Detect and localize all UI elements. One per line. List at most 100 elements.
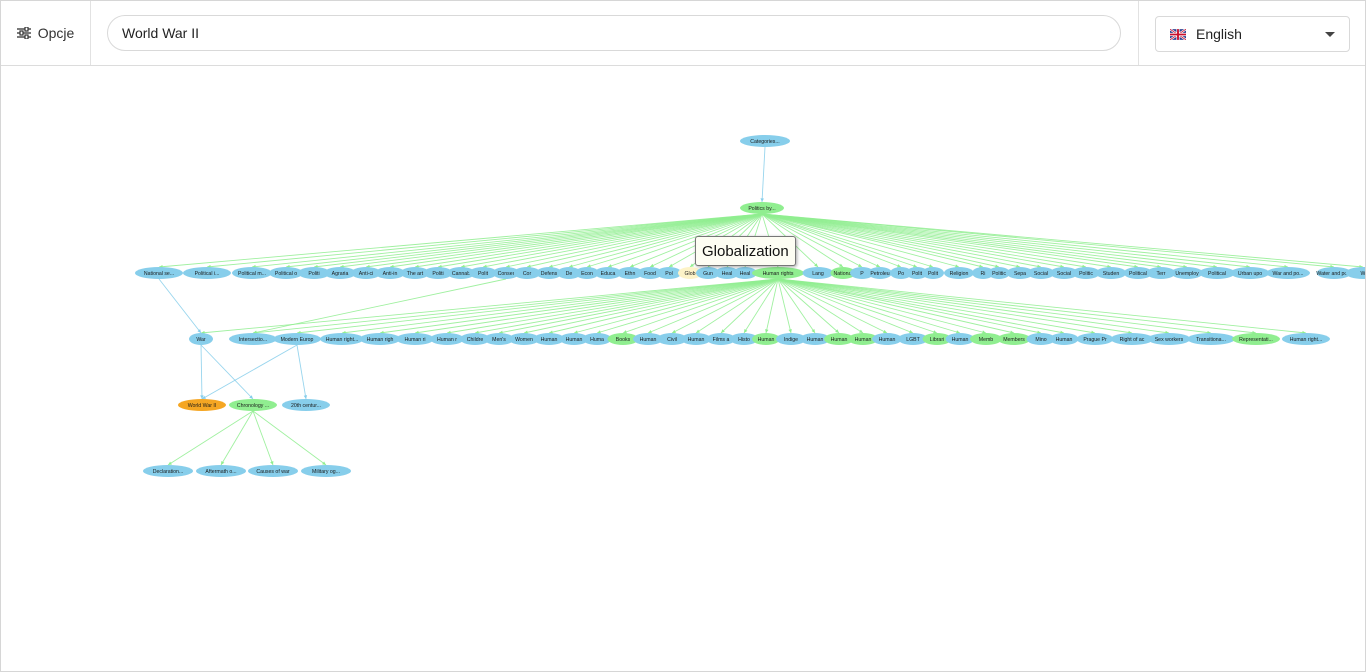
graph-node-human-r-4[interactable]: Human r	[430, 333, 464, 345]
graph-node-representati[interactable]: Representati...	[1232, 333, 1280, 345]
graph-edge	[777, 278, 1015, 334]
graph-node-memb[interactable]: Memb	[970, 333, 1002, 345]
graph-node-label: Human	[1056, 337, 1073, 343]
category-graph[interactable]: Categories... Politics by... National se..…	[1, 66, 1365, 671]
graph-node-label: Econ	[581, 271, 593, 277]
graph-node-label: Human	[758, 337, 775, 343]
graph-node-lang[interactable]: Lang	[802, 267, 834, 279]
graph-node-label: Human	[541, 337, 558, 343]
graph-node-label: Polit	[478, 271, 489, 277]
graph-node-right-of[interactable]: Right of ac	[1110, 333, 1154, 345]
graph-node-human-14[interactable]: Human	[872, 333, 902, 345]
graph-node-label: Memb	[979, 337, 994, 343]
graph-node-religion[interactable]: Religion	[944, 267, 974, 279]
graph-node-label: Petroleu	[870, 271, 889, 277]
graph-node-label: Human rights	[763, 271, 794, 277]
graph-node-aftermath[interactable]: Aftermath o...	[196, 465, 246, 477]
graph-node-categories[interactable]: Categories...	[740, 135, 790, 147]
graph-node-label: De	[566, 271, 573, 277]
graph-edge	[777, 278, 1212, 334]
graph-node-declaration[interactable]: Declaration...	[143, 465, 193, 477]
options-label: Opcje	[37, 25, 75, 41]
graph-node-national-se[interactable]: National se...	[135, 267, 183, 279]
graph-node-label: Human right...	[1290, 337, 1323, 343]
graph-node-human-righ-2[interactable]: Human righ	[359, 333, 401, 345]
graph-node-modern-europ[interactable]: Modern Europ	[273, 333, 321, 345]
graph-node-label: National se...	[144, 271, 174, 277]
graph-node-label: Representati...	[1239, 337, 1273, 343]
graph-node-sex-workers[interactable]: Sex workers	[1147, 333, 1191, 345]
graph-node-pol-4[interactable]: Pol	[656, 267, 682, 279]
graph-edge	[777, 278, 792, 334]
graph-node-label: Human	[879, 337, 896, 343]
graph-node-label: Military og...	[312, 469, 340, 475]
graph-node-intersection[interactable]: Intersectio...	[229, 333, 277, 345]
graph-node-label: Ri	[981, 271, 986, 277]
graph-node-label: Urban upo	[1238, 271, 1262, 277]
graph-node-20th-century[interactable]: 20th centur...	[282, 399, 330, 411]
graph-node-huma-7[interactable]: Huma	[582, 333, 612, 345]
graph-node-label: Po	[898, 271, 904, 277]
graph-node-war-and-po[interactable]: War and po...	[1266, 267, 1310, 279]
edge-arrowhead	[303, 395, 308, 399]
graph-node-label: Aftermath o...	[205, 469, 236, 475]
graph-node-label: Human	[831, 337, 848, 343]
graph-node-members[interactable]: Members	[997, 333, 1031, 345]
options-button[interactable]: Opcje	[1, 1, 91, 65]
language-label: English	[1196, 26, 1242, 42]
graph-node-human-16[interactable]: Human	[1049, 333, 1079, 345]
graph-node-label: Histo	[738, 337, 750, 343]
graph-edge	[379, 278, 779, 334]
graph-node-human-right-1[interactable]: Human right...	[320, 333, 364, 345]
graph-node-politicsby[interactable]: Politics by...	[740, 202, 784, 214]
graph-edge	[200, 278, 779, 334]
graph-node-political-i[interactable]: Political i...	[183, 267, 231, 279]
graph-node-label: Anti-ci	[359, 271, 373, 277]
graph-node-human-right-17[interactable]: Human right...	[1282, 333, 1330, 345]
graph-edge	[765, 278, 779, 334]
graph-node-ww2[interactable]: World War II	[178, 399, 226, 411]
graph-node-label: Human righ	[367, 337, 394, 343]
edge-arrowhead	[913, 264, 917, 268]
graph-node-prague[interactable]: Prague Pr	[1076, 333, 1114, 345]
graph-node-label: Women	[515, 337, 533, 343]
graph-edge	[761, 213, 1188, 268]
graph-node-military[interactable]: Military og...	[301, 465, 351, 477]
graph-node-label: Human	[807, 337, 824, 343]
graph-node-human-ri-3[interactable]: Human ri	[396, 333, 434, 345]
graph-node-war[interactable]: War	[189, 333, 213, 345]
graph-edge	[761, 213, 1065, 268]
graph-node-transitiona[interactable]: Transitiona...	[1187, 333, 1235, 345]
graph-node-political-o[interactable]: Political o	[269, 267, 303, 279]
graph-node-label: Ethn	[625, 271, 636, 277]
graph-node-label: Social	[1057, 271, 1071, 277]
graph-node-label: The art	[407, 271, 424, 277]
graph-node-human-10[interactable]: Human	[752, 333, 780, 345]
graph-canvas[interactable]: Categories... Politics by... National se..…	[1, 66, 1365, 671]
graph-node-label: Childre	[467, 337, 484, 343]
graph-node-human-rights[interactable]: Human rights	[752, 267, 804, 279]
toolbar-divider	[1138, 1, 1139, 65]
graph-node-political-m[interactable]: Political m...	[232, 267, 272, 279]
graph-node-label: Politic	[992, 271, 1006, 277]
graph-node-w-edge[interactable]: W	[1345, 267, 1366, 279]
graph-node-label: Huma	[590, 337, 604, 343]
graph-node-petroleu[interactable]: Petroleu	[868, 267, 892, 279]
graph-node-causes[interactable]: Causes of war	[248, 465, 298, 477]
graph-node-studen[interactable]: Studen	[1095, 267, 1127, 279]
graph-node-chronology[interactable]: Chronology ...	[229, 399, 277, 411]
uk-flag-icon	[1170, 28, 1186, 40]
language-select[interactable]: English	[1155, 16, 1350, 52]
graph-node-polit-8[interactable]: Polit	[922, 267, 944, 279]
graph-node-urban-upo[interactable]: Urban upo	[1230, 267, 1270, 279]
graph-node-label: Heal	[740, 271, 751, 277]
graph-edge	[200, 344, 203, 400]
graph-node-label: Human	[566, 337, 583, 343]
graph-node-label: Cor	[523, 271, 532, 277]
graph-edge	[158, 278, 202, 334]
graph-node-label: W	[1361, 271, 1365, 277]
graph-node-political-12[interactable]: Political	[1199, 267, 1235, 279]
search-input[interactable]	[107, 15, 1121, 51]
graph-node-unemploy[interactable]: Unemploy	[1171, 267, 1203, 279]
graph-node-label: Prague Pr	[1083, 337, 1107, 343]
